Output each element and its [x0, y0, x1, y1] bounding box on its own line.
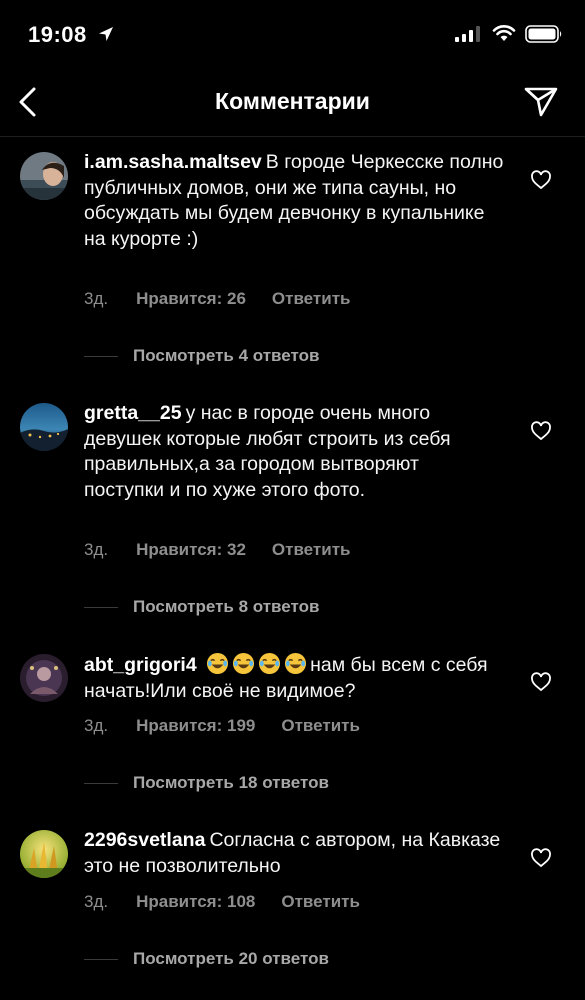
comment-text: i.am.sasha.maltsev В городе Черкесске пол…	[84, 150, 504, 252]
avatar[interactable]	[20, 403, 68, 451]
comment-time: 3д.	[84, 540, 109, 559]
heart-icon[interactable]	[530, 848, 552, 868]
reply-button[interactable]: Ответить	[281, 716, 360, 736]
laughing-emoji-icon	[207, 652, 229, 675]
avatar[interactable]	[20, 654, 68, 702]
divider-line	[84, 959, 118, 961]
comment-time: 3д.	[84, 289, 109, 308]
view-replies-label: Посмотреть 20 ответов	[133, 949, 329, 968]
divider-line	[84, 607, 118, 609]
location-arrow-icon	[99, 27, 113, 41]
divider-line	[84, 783, 118, 785]
comment-time: 3д.	[84, 716, 109, 735]
likes-count[interactable]: Нравится: 26	[136, 289, 246, 309]
laughing-emoji-icon	[233, 652, 255, 675]
heart-icon[interactable]	[530, 672, 552, 692]
share-button[interactable]	[522, 84, 560, 120]
comment-meta: 3д. Нравится: 199 Ответить	[84, 716, 386, 736]
top-navigation-bar: Комментарии	[0, 70, 585, 137]
view-replies-button[interactable]: Посмотреть 18 ответов	[84, 773, 329, 793]
wifi-icon	[492, 25, 516, 41]
comment-text: gretta__25 у нас в городе очень много дев…	[84, 401, 504, 503]
paper-plane-icon	[524, 87, 558, 117]
view-replies-button[interactable]: Посмотреть 4 ответов	[84, 346, 319, 366]
divider-line	[84, 356, 118, 358]
comment-meta: 3д. Нравится: 26 Ответить	[84, 289, 376, 309]
avatar-image	[20, 830, 68, 878]
laughing-emoji-icon	[285, 652, 307, 675]
reply-button[interactable]: Ответить	[272, 540, 351, 560]
view-replies-label: Посмотреть 4 ответов	[133, 346, 320, 365]
likes-count[interactable]: Нравится: 32	[136, 540, 246, 560]
emoji-group	[206, 652, 310, 676]
avatar-image	[20, 152, 68, 200]
status-bar: 19:08	[0, 0, 585, 70]
avatar[interactable]	[20, 830, 68, 878]
battery-icon	[525, 25, 562, 43]
view-replies-button[interactable]: Посмотреть 20 ответов	[84, 949, 329, 969]
status-time: 19:08	[28, 22, 87, 47]
avatar[interactable]	[20, 152, 68, 200]
view-replies-label: Посмотреть 8 ответов	[133, 597, 320, 616]
comment-text: abt_grigori4 нам бы всем с себя начать!И…	[84, 652, 504, 704]
likes-count[interactable]: Нравится: 108	[136, 892, 255, 912]
avatar-image	[20, 654, 68, 702]
likes-count[interactable]: Нравится: 199	[136, 716, 255, 736]
heart-icon[interactable]	[530, 170, 552, 190]
reply-button[interactable]: Ответить	[281, 892, 360, 912]
comment-time: 3д.	[84, 892, 109, 911]
avatar-image	[20, 403, 68, 451]
comment-username[interactable]: abt_grigori4	[84, 654, 197, 676]
comment-meta: 3д. Нравится: 32 Ответить	[84, 540, 376, 560]
comment-username[interactable]: gretta__25	[84, 402, 182, 424]
comment-username[interactable]: 2296svetlana	[84, 829, 205, 851]
comment-username[interactable]: i.am.sasha.maltsev	[84, 151, 262, 173]
comment-text: 2296svetlana Согласна с автором, на Кавка…	[84, 828, 504, 879]
laughing-emoji-icon	[259, 652, 281, 675]
view-replies-label: Посмотреть 18 ответов	[133, 773, 329, 792]
heart-icon[interactable]	[530, 421, 552, 441]
cellular-signal-icon	[455, 26, 480, 42]
page-title: Комментарии	[215, 88, 370, 114]
view-replies-button[interactable]: Посмотреть 8 ответов	[84, 597, 319, 617]
reply-button[interactable]: Ответить	[272, 289, 351, 309]
comment-meta: 3д. Нравится: 108 Ответить	[84, 892, 386, 912]
